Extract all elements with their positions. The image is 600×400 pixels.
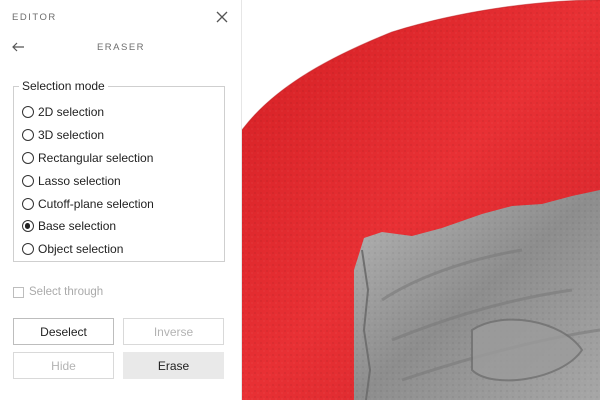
option-label: Cutoff-plane selection [38,196,154,211]
inverse-button[interactable]: Inverse [123,318,224,345]
option-rectangular-selection[interactable]: Rectangular selection [22,147,154,170]
option-2d-selection[interactable]: 2D selection [22,101,154,124]
radio-button[interactable] [22,151,34,164]
radio-button[interactable] [22,129,34,142]
selection-mode-options: 2D selection 3D selection Rectangular se… [22,101,154,261]
radio-button[interactable] [22,243,34,256]
scan-model-render[interactable] [242,0,600,400]
option-label: Object selection [38,242,124,257]
option-label: Base selection [38,219,117,234]
editor-panel: EDITOR ERASER Selection mode 2D selectio… [0,0,242,400]
option-base-selection[interactable]: Base selection [22,215,154,238]
radio-button[interactable] [22,174,34,187]
checkbox-box[interactable] [13,286,24,298]
close-icon[interactable] [214,9,230,25]
selection-mode-group: Selection mode 2D selection 3D selection… [13,79,225,262]
option-label: Lasso selection [38,173,121,188]
hide-button[interactable]: Hide [13,352,114,379]
option-object-selection[interactable]: Object selection [22,238,154,261]
panel-header: EDITOR [12,12,57,23]
radio-button[interactable] [22,220,34,233]
option-3d-selection[interactable]: 3D selection [22,124,154,147]
3d-viewport[interactable] [242,0,600,400]
select-through-checkbox[interactable]: Select through [13,286,103,298]
option-label: Rectangular selection [38,150,154,165]
selection-mode-legend: Selection mode [19,79,108,93]
radio-button[interactable] [22,106,34,119]
deselect-button[interactable]: Deselect [13,318,114,345]
option-cutoff-plane-selection[interactable]: Cutoff-plane selection [22,192,154,215]
option-label: 3D selection [38,128,105,143]
erase-button[interactable]: Erase [123,352,224,379]
radio-button[interactable] [22,197,34,210]
tool-title: ERASER [96,42,146,53]
option-label: 2D selection [38,105,105,120]
option-lasso-selection[interactable]: Lasso selection [22,169,154,192]
select-through-label: Select through [29,286,104,298]
